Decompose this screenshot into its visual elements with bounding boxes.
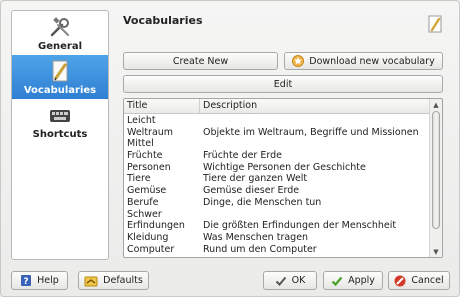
sidebar-item-label: Shortcuts [32,129,88,140]
cancel-label: Cancel [411,275,444,286]
row-title: Computer [127,243,175,255]
defaults-icon [84,276,98,286]
table-row[interactable]: Leicht [124,115,430,127]
help-icon: ? [21,275,32,287]
settings-dialog: General Vocabularies Shortcuts Vocabular… [0,0,460,297]
help-button[interactable]: ? Help [11,271,68,290]
cancel-icon [394,275,406,286]
edit-label: Edit [273,78,293,90]
row-title: Früchte [127,150,163,162]
column-header-title[interactable]: Title [124,99,200,113]
table-row[interactable]: Tiere Tiere der ganzen Welt [124,173,430,185]
row-description: Rund um den Computer [203,243,317,255]
table-row[interactable]: Personen Wichtige Personen der Geschichte [124,162,430,174]
table-row[interactable]: Schwer [124,209,430,221]
table-row[interactable]: Berufe Dinge, die Menschen tun [124,197,430,209]
row-title: Gemüse [127,185,167,197]
row-description [203,115,430,127]
table-row[interactable]: Kleidung Was Menschen tragen [124,232,430,244]
row-description: Was Menschen tragen [203,231,309,243]
row-title: Schwer [127,208,162,220]
row-description [203,138,430,150]
ok-label: OK [291,275,306,286]
vertical-scrollbar[interactable]: ▲ ▼ [429,99,442,257]
sidebar-item-shortcuts[interactable]: Shortcuts [12,99,108,143]
scroll-down-icon[interactable]: ▼ [430,246,442,257]
sidebar-item-label: Vocabularies [23,85,97,96]
table-row[interactable]: Früchte Früchte der Erde [124,150,430,162]
sidebar-item-label: General [38,41,82,52]
help-label: Help [37,275,59,286]
svg-text:?: ? [24,277,29,287]
row-title: Personen [127,161,171,173]
defaults-button[interactable]: Defaults [78,271,149,290]
sidebar-item-general[interactable]: General [12,11,108,55]
apply-checkmark-icon [331,276,343,286]
keyboard-icon [50,110,70,122]
ok-button[interactable]: OK [263,271,317,290]
download-vocabulary-button[interactable]: Download new vocabulary [284,52,443,70]
sidebar-item-vocabularies[interactable]: Vocabularies [12,55,108,99]
cancel-button[interactable]: Cancel [388,271,450,290]
column-header-description[interactable]: Description [200,99,257,113]
table-row[interactable]: Computer Rund um den Computer [124,244,430,256]
row-title: Tiere [127,173,151,185]
row-description: Früchte der Erde [203,150,282,162]
row-description: Die größten Erfindungen der Menschheit [203,220,397,232]
create-new-button[interactable]: Create New [123,52,278,70]
table-header: Title Description [124,99,430,114]
row-description: Objekte im Weltraum, Begriffe und Missio… [203,126,419,138]
table-row[interactable]: Weltraum Objekte im Weltraum, Begriffe un… [124,127,430,139]
create-new-label: Create New [172,55,229,67]
document-pencil-icon [52,60,68,82]
row-title: Kleidung [127,231,169,243]
row-title: Mittel [127,138,154,150]
row-title: Berufe [127,196,159,208]
sidebar: General Vocabularies Shortcuts [11,10,109,260]
apply-button[interactable]: Apply [323,271,383,290]
tools-icon [50,17,69,37]
table-row[interactable]: Erfindungen Die größten Erfindungen der M… [124,220,430,232]
row-description: Wichtige Personen der Geschichte [203,161,366,173]
page-title: Vocabularies [123,14,203,27]
row-description: Dinge, die Menschen tun [203,196,322,208]
row-description [203,209,430,221]
star-icon [292,55,305,67]
table-row[interactable]: Gemüse Gemüse dieser Erde [124,185,430,197]
vocabulary-table[interactable]: Title Description Leicht Weltraum Objekte … [123,98,443,258]
document-pencil-icon [428,15,442,33]
scrollbar-thumb[interactable] [432,111,440,229]
scroll-up-icon[interactable]: ▲ [430,99,442,110]
row-description: Gemüse dieser Erde [203,185,300,197]
table-body: Leicht Weltraum Objekte im Weltraum, Begri… [124,115,430,255]
edit-button[interactable]: Edit [123,75,443,93]
download-label: Download new vocabulary [309,55,435,67]
row-title: Weltraum [127,126,174,138]
apply-label: Apply [348,275,375,286]
row-description: Tiere der ganzen Welt [203,173,308,185]
row-title: Leicht [127,115,156,126]
defaults-label: Defaults [103,275,143,286]
row-title: Erfindungen [127,220,185,232]
table-row[interactable]: Mittel [124,138,430,150]
checkmark-icon [275,276,286,286]
